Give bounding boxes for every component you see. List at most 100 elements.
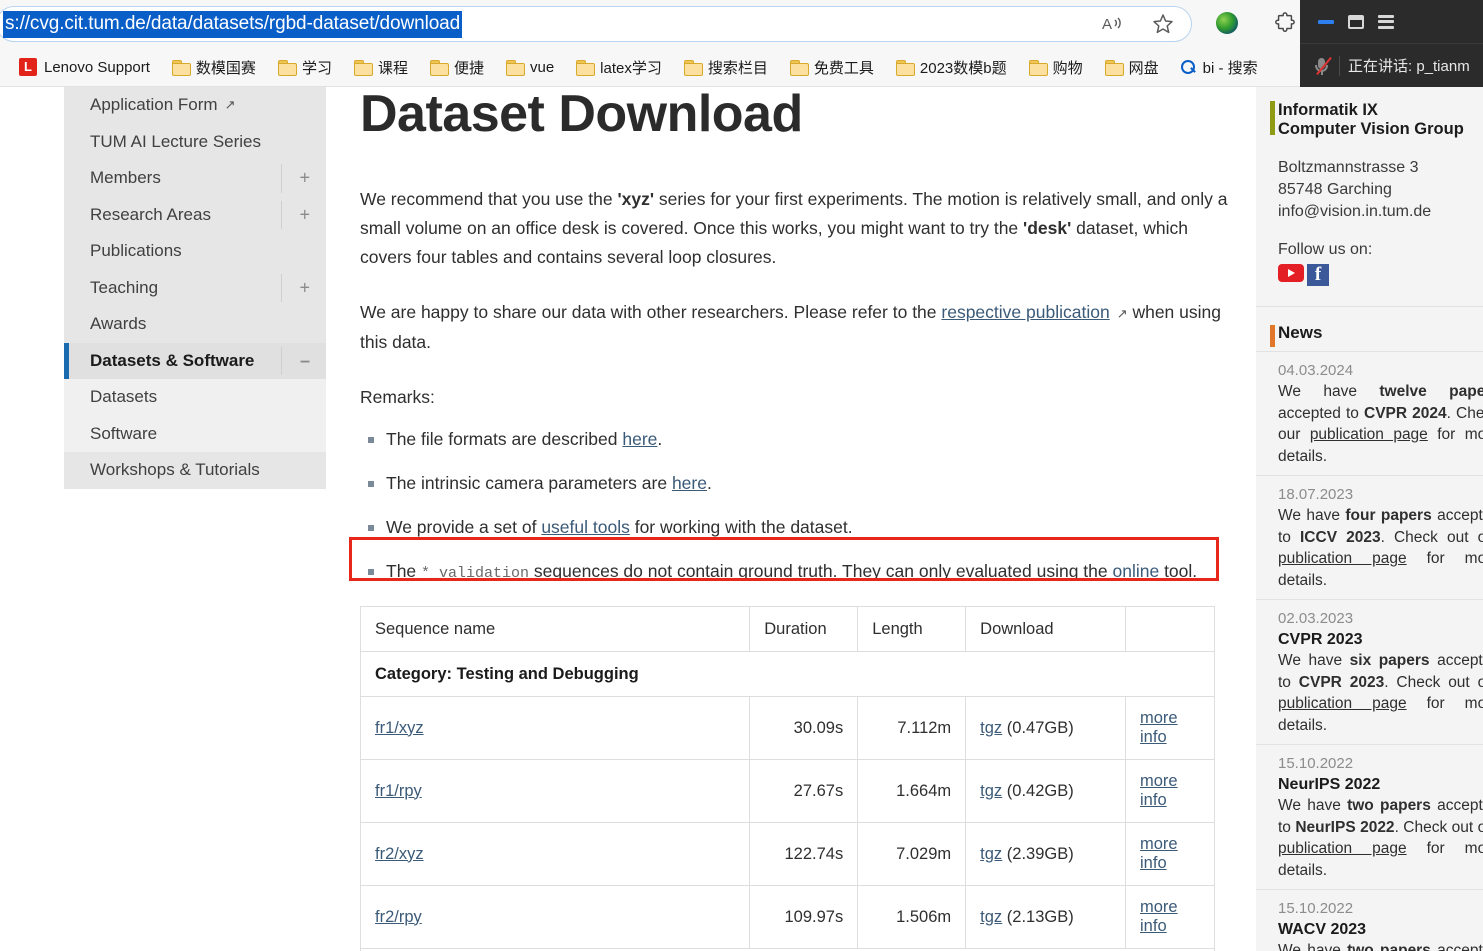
browser-chrome: s://cvg.cit.tum.de/data/datasets/rgbd-da… [0,0,1483,87]
sidebar-item-label: Software [90,423,158,443]
bookmark-folder-9[interactable]: 2023数模b题 [885,53,1018,81]
cell-length: 7.029m [857,822,967,886]
table-row[interactable]: fr2/xyz 122.74s 7.029m tgz (2.39GB) more… [359,822,1215,886]
table-header-row: Sequence name Duration Length Download [359,606,1215,652]
respective-publication-link[interactable]: respective publication [941,302,1109,322]
table-body: Category: Testing and Debugging fr1/xyz … [359,651,1215,951]
bookmark-folder-8[interactable]: 免费工具 [779,53,885,81]
address-bar[interactable]: s://cvg.cit.tum.de/data/datasets/rgbd-da… [0,6,1192,42]
sidebar-item-datasets[interactable]: Datasets [64,379,326,416]
address-email[interactable]: info@vision.in.tum.de [1278,203,1431,220]
group-title: Informatik IX Computer Vision Group [1278,101,1465,139]
sidebar-item-label: Members [90,168,161,188]
emphasis-desk: 'desk' [1023,218,1072,238]
bookmark-folder-10[interactable]: 购物 [1018,53,1094,81]
collapse-icon[interactable]: – [300,350,310,371]
sidebar-item-label: Research Areas [90,204,211,224]
sidebar-item-tum-ai-lecture-series[interactable]: TUM AI Lecture Series [64,124,326,161]
folder-icon [171,60,191,76]
column-header-length[interactable]: Length [857,606,967,652]
download-size: (2.39GB) [1002,844,1074,863]
online-tool-link[interactable]: online [1112,561,1159,581]
category-label: Category: Testing and Debugging [360,651,1215,697]
sidebar-item-workshops-and-tutorials[interactable]: Workshops & Tutorials [64,452,326,489]
more-info-link[interactable]: more info [1140,709,1178,746]
bookmark-label: 免费工具 [813,59,874,77]
expand-icon[interactable]: + [299,168,310,189]
tgz-download-link[interactable]: tgz [980,845,1002,863]
microphone-muted-icon[interactable] [1314,56,1332,76]
sidebar-item-label: Workshops & Tutorials [90,460,260,480]
column-header-download[interactable]: Download [965,606,1127,652]
cell-length: 1.506m [857,885,967,949]
validation-code: *_validation [421,565,530,582]
sidebar-item-publications[interactable]: Publications [64,233,326,270]
text-segment: . [657,429,663,449]
more-info-link[interactable]: more info [1140,898,1178,935]
bookmark-folder-1[interactable]: 数模国赛 [161,53,267,81]
cell-more-info: more info [1125,759,1215,823]
tgz-download-link[interactable]: tgz [980,719,1002,737]
bookmark-label: 搜索栏目 [707,59,768,77]
bookmark-bi-search[interactable]: bi - 搜索 [1170,53,1269,81]
extensions-puzzle-icon[interactable] [1270,8,1300,38]
tgz-download-link[interactable]: tgz [980,782,1002,800]
facebook-icon[interactable]: f [1307,264,1329,286]
expand-icon[interactable]: + [299,277,310,298]
tgz-download-link[interactable]: tgz [980,908,1002,926]
folder-icon [277,60,297,76]
sidebar-item-application-form[interactable]: Application Form ↗ [64,87,326,124]
sidebar-item-members[interactable]: Members + [64,160,326,197]
cell-more-info: more info [1125,822,1215,886]
sidebar-item-datasets-and-software[interactable]: Datasets & Software – [64,342,326,379]
more-info-link[interactable]: more info [1140,835,1178,872]
column-header-sequence-name[interactable]: Sequence name [359,606,751,652]
sequence-link[interactable]: fr1/rpy [375,782,422,800]
more-info-link[interactable]: more info [1140,772,1178,809]
maximize-icon[interactable] [1348,14,1364,29]
bookmark-folder-6[interactable]: latex学习 [565,53,673,81]
useful-tools-link[interactable]: useful tools [541,517,630,537]
sidebar-item-awards[interactable]: Awards [64,306,326,343]
minimize-icon[interactable] [1318,19,1334,24]
cell-more-info: more info [1125,885,1215,949]
sidebar-item-software[interactable]: Software [64,415,326,452]
sidebar-item-label: Application Form [90,95,218,115]
idm-icon[interactable] [1212,8,1242,38]
url-text[interactable]: s://cvg.cit.tum.de/data/datasets/rgbd-da… [3,10,463,38]
sidebar-item-teaching[interactable]: Teaching + [64,270,326,307]
divider [281,200,282,229]
hamburger-menu-icon[interactable] [1378,14,1394,29]
bookmark-folder-2[interactable]: 学习 [267,53,343,81]
table-row[interactable]: fr2/rpy 109.97s 1.506m tgz (2.13GB) more… [359,885,1215,949]
column-header-duration[interactable]: Duration [749,606,859,652]
folder-icon [353,60,373,76]
bookmark-folder-11[interactable]: 网盘 [1094,53,1170,81]
youtube-icon[interactable] [1278,264,1304,282]
bookmark-label: vue [529,58,555,76]
table-row[interactable]: fr1/rpy 27.67s 1.664m tgz (0.42GB) more … [359,759,1215,823]
folder-icon [576,60,596,76]
bookmark-label: 2023数模b题 [919,59,1007,77]
remark-item-validation: The *_validation sequences do not contai… [360,557,1230,588]
cell-sequence-name: fr1/xyz [359,696,751,760]
cell-duration: 27.67s [749,759,859,823]
cell-download: tgz (2.39GB) [965,822,1127,886]
bookmark-folder-5[interactable]: vue [495,53,565,81]
bookmark-lenovo-support[interactable]: L Lenovo Support [8,53,161,81]
sequence-link[interactable]: fr2/xyz [375,845,424,863]
sidebar-item-research-areas[interactable]: Research Areas + [64,197,326,234]
bookmark-folder-3[interactable]: 课程 [343,53,419,81]
group-info-block: Informatik IX Computer Vision Group Bolt… [1256,87,1483,300]
sequence-link[interactable]: fr1/xyz [375,719,424,737]
star-icon[interactable] [1148,8,1178,38]
sequence-link[interactable]: fr2/rpy [375,908,422,926]
expand-icon[interactable]: + [299,204,310,225]
camera-parameters-here-link[interactable]: here [672,473,707,493]
bookmark-folder-4[interactable]: 便捷 [419,53,495,81]
bookmark-folder-7[interactable]: 搜索栏目 [673,53,779,81]
table-row[interactable]: fr1/xyz 30.09s 7.112m tgz (0.47GB) more … [359,696,1215,760]
file-formats-here-link[interactable]: here [622,429,657,449]
read-aloud-icon[interactable]: A [1098,8,1128,38]
meeting-overlay-widget: 正在讲话: p_tianm [1300,0,1483,87]
